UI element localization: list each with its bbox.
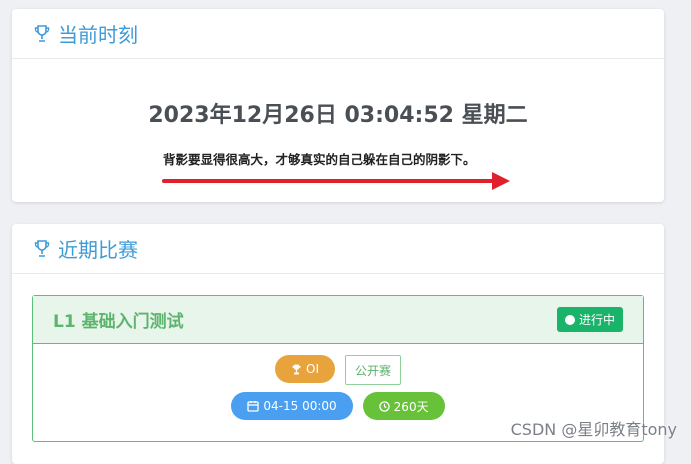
contest-header: L1 基础入门测试 进行中 [33, 296, 643, 344]
red-arrow-annotation [162, 172, 510, 190]
duration-tag: 260天 [362, 392, 445, 420]
contest-tags-row: OI 公开赛 [33, 355, 643, 385]
trophy-icon [34, 24, 50, 42]
trophy-icon [34, 239, 50, 257]
current-time-text: 2023年12月26日 03:04:52 星期二 [148, 103, 528, 128]
trophy-icon [292, 364, 301, 374]
visibility-tag: 公开赛 [344, 355, 401, 385]
card-title: 近期比赛 [58, 238, 138, 262]
current-time-header: 当前时刻 [12, 9, 664, 59]
recent-contests-header: 近期比赛 [12, 224, 664, 274]
contest-title[interactable]: L1 基础入门测试 [53, 307, 184, 332]
rule-type-label: OI [306, 362, 319, 376]
calendar-icon [247, 401, 260, 412]
clock-icon [378, 400, 390, 412]
dot-icon [564, 314, 575, 325]
watermark: CSDN @星卯教育tony [510, 420, 677, 439]
rule-type-tag: OI [275, 355, 335, 383]
start-time-label: 04-15 00:00 [263, 399, 337, 413]
status-badge: 进行中 [556, 307, 623, 332]
start-time-tag: 04-15 00:00 [231, 392, 353, 420]
status-label: 进行中 [578, 313, 615, 327]
quote-text: 背影要显得很高大，才够真实的自己躲在自己的阴影下。 [163, 152, 476, 167]
card-title: 当前时刻 [58, 23, 138, 47]
current-time-card: 当前时刻 2023年12月26日 03:04:52 星期二 背影要显得很高大，才… [12, 9, 664, 202]
duration-label: 260天 [393, 399, 429, 414]
